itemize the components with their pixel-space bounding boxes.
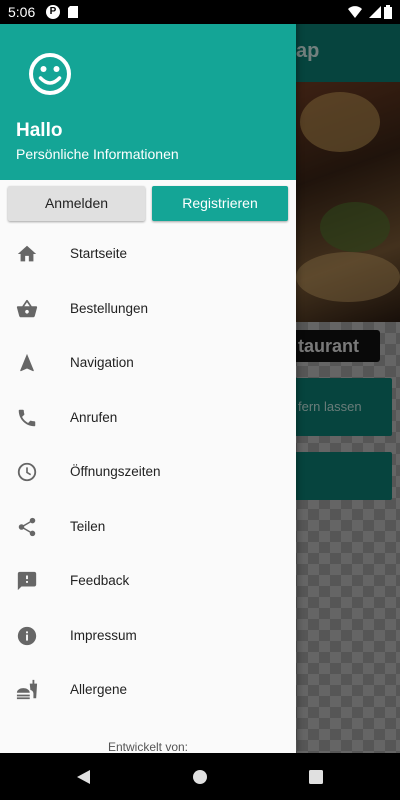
menu-label: Navigation: [70, 355, 134, 370]
menu-item-startseite[interactable]: Startseite: [0, 227, 296, 282]
sd-card-icon: [68, 6, 78, 18]
share-icon: [18, 517, 36, 536]
menu-item-feedback[interactable]: Feedback: [0, 554, 296, 609]
menu-item-bestellungen[interactable]: Bestellungen: [0, 282, 296, 337]
feedback-icon: [17, 571, 37, 591]
menu-label: Öffnungszeiten: [70, 464, 161, 479]
developed-by-text: Entwickelt von:: [107, 740, 189, 753]
wifi-icon: [348, 6, 362, 18]
greeting-title: Hallo: [16, 120, 63, 141]
menu-item-teilen[interactable]: Teilen: [0, 500, 296, 555]
personal-info-link[interactable]: Persönliche Informationen: [16, 146, 179, 162]
menu-item-impressum[interactable]: Impressum: [0, 609, 296, 664]
navigation-drawer: Hallo Persönliche Informationen Anmelden…: [0, 0, 296, 753]
menu-item-anrufen[interactable]: Anrufen: [0, 391, 296, 446]
info-icon: [17, 626, 37, 645]
menu-label: Teilen: [70, 518, 106, 534]
home-nav-icon[interactable]: [191, 768, 209, 786]
clock-icon: [17, 462, 37, 482]
status-time: 5:06: [8, 4, 36, 20]
basket-icon: [16, 299, 38, 317]
drawer-menu: Startseite Bestellungen Navigation Anruf…: [0, 227, 296, 718]
status-bar: 5:06 P: [0, 0, 400, 24]
menu-label: Anrufen: [70, 409, 118, 425]
fastfood-icon: [16, 679, 38, 700]
signal-icon: [369, 6, 381, 18]
menu-item-navigation[interactable]: Navigation: [0, 336, 296, 391]
p-badge-icon: P: [46, 5, 60, 19]
system-nav-bar: [0, 753, 400, 800]
menu-item-allergene[interactable]: Allergene: [0, 663, 296, 718]
login-button[interactable]: Anmelden: [8, 186, 145, 221]
smiley-face-icon: [29, 53, 71, 95]
menu-label: Allergene: [70, 682, 128, 697]
register-button[interactable]: Registrieren: [152, 186, 288, 221]
menu-label: Startseite: [70, 246, 128, 261]
navigation-arrow-icon: [20, 353, 34, 372]
phone-icon: [18, 409, 36, 426]
menu-label: Bestellungen: [70, 300, 149, 316]
menu-label: Feedback: [70, 573, 130, 588]
recents-icon[interactable]: [307, 768, 325, 786]
back-icon[interactable]: [74, 768, 92, 786]
menu-item-oeffnungszeiten[interactable]: Öffnungszeiten: [0, 445, 296, 500]
menu-label: Impressum: [70, 627, 137, 643]
home-icon: [17, 245, 37, 262]
battery-icon: [384, 5, 392, 19]
drawer-header: Hallo Persönliche Informationen: [0, 0, 296, 180]
